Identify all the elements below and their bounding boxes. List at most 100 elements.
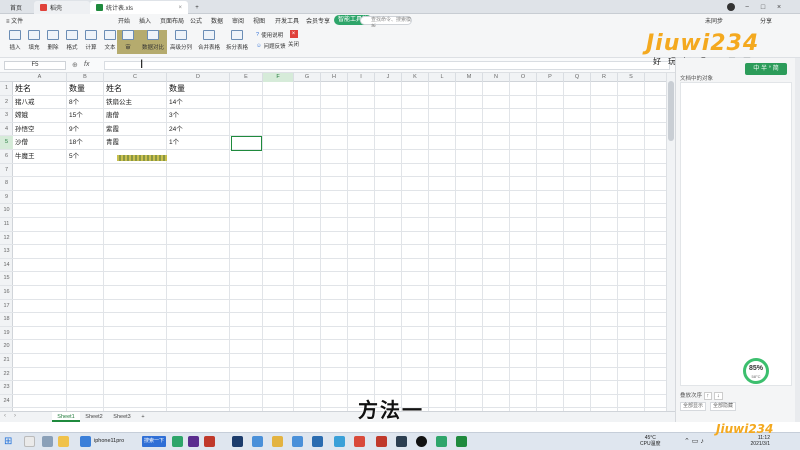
table-cell[interactable]: 14个 xyxy=(167,96,229,109)
advanced-split-button[interactable]: 高级分列 xyxy=(166,30,196,54)
row-header-6[interactable]: 6 xyxy=(0,150,13,164)
table-cell[interactable]: 8个 xyxy=(67,96,103,109)
row-header-8[interactable]: 8 xyxy=(0,177,13,191)
row-header-18[interactable]: 18 xyxy=(0,313,13,327)
row-header-4[interactable]: 4 xyxy=(0,123,13,137)
app-icon-premiere[interactable] xyxy=(188,436,199,447)
row-header-13[interactable]: 13 xyxy=(0,245,13,259)
sheet-nav-next-icon[interactable]: › xyxy=(14,413,16,419)
share-button[interactable]: 分享 xyxy=(760,16,772,25)
column-header-l[interactable]: L xyxy=(429,73,456,82)
row-header-7[interactable]: 7 xyxy=(0,164,13,178)
app-icon-browser[interactable] xyxy=(334,436,345,447)
sheet-tab-2[interactable]: Sheet2 xyxy=(80,412,108,422)
table-header-cell[interactable]: 数量 xyxy=(67,82,103,95)
column-header-f[interactable]: F xyxy=(263,73,294,82)
name-box[interactable]: F5 xyxy=(4,61,66,70)
row-header-2[interactable]: 2 xyxy=(0,96,13,110)
help-link[interactable]: ? 使用说明 xyxy=(256,31,283,39)
app-icon-media[interactable] xyxy=(416,436,427,447)
tab-active-workbook[interactable]: 统计表.xls × xyxy=(90,1,188,14)
search-icon[interactable] xyxy=(24,436,35,447)
column-header-s[interactable]: S xyxy=(618,73,645,82)
taskbar-app-label[interactable]: iphone11pro xyxy=(94,438,124,444)
row-header-3[interactable]: 3 xyxy=(0,109,13,123)
row-header-20[interactable]: 20 xyxy=(0,340,13,354)
file-menu[interactable]: ≡ 文件 xyxy=(6,16,23,25)
row-header-22[interactable]: 22 xyxy=(0,368,13,382)
file-explorer-icon[interactable] xyxy=(58,436,69,447)
app-icon-wechat[interactable] xyxy=(436,436,447,447)
clock[interactable]: 11:12 2021/3/1 xyxy=(751,435,770,447)
data-compare-button[interactable]: 数据对比 xyxy=(139,30,167,54)
row-header-14[interactable]: 14 xyxy=(0,259,13,273)
row-header-1[interactable]: 1 xyxy=(0,82,13,96)
column-header-o[interactable]: O xyxy=(510,73,537,82)
sheet-tab-3[interactable]: Sheet3 xyxy=(108,412,136,422)
start-menu-icon[interactable]: ⊞ xyxy=(4,436,15,447)
command-search-input[interactable]: 查找命令、搜索模板 xyxy=(360,16,412,30)
feedback-link[interactable]: ☺ 问题反馈 xyxy=(256,42,286,50)
review-highlight-button[interactable]: 审 xyxy=(117,30,139,54)
table-cell[interactable]: 24个 xyxy=(167,123,229,136)
app-icon-photoshop[interactable] xyxy=(232,436,243,447)
app-icon-chrome[interactable] xyxy=(272,436,283,447)
app-icon-red[interactable] xyxy=(204,436,215,447)
app-icon-pdf[interactable] xyxy=(376,436,387,447)
table-cell[interactable]: 铁扇公主 xyxy=(104,96,166,109)
table-cell[interactable]: 猪八戒 xyxy=(13,96,66,109)
performance-gauge[interactable]: 85% 58°C xyxy=(743,358,769,384)
table-header-cell[interactable]: 数量 xyxy=(167,82,229,95)
row-header-15[interactable]: 15 xyxy=(0,272,13,286)
column-header-q[interactable]: Q xyxy=(564,73,591,82)
system-tray-icons[interactable]: ⌃ ▭ ♪ xyxy=(684,437,704,445)
column-header-e[interactable]: E xyxy=(230,73,263,82)
column-header-m[interactable]: M xyxy=(456,73,483,82)
row-header-9[interactable]: 9 xyxy=(0,191,13,205)
menu-item-review[interactable]: 审阅 xyxy=(232,16,244,25)
menu-item-start[interactable]: 开始 xyxy=(118,16,130,25)
row-header-23[interactable]: 23 xyxy=(0,381,13,395)
minimize-icon[interactable]: − xyxy=(740,0,754,14)
new-tab-button[interactable]: + xyxy=(190,1,204,14)
taskbar-search-button[interactable]: 搜索一下 xyxy=(142,436,166,447)
column-header-g[interactable]: G xyxy=(294,73,321,82)
column-header-a[interactable]: A xyxy=(13,73,67,82)
cpu-temperature-widget[interactable]: 45°C CPU温度 xyxy=(640,435,661,447)
close-toolbox-button[interactable]: × 关闭 xyxy=(288,30,299,48)
row-header-12[interactable]: 12 xyxy=(0,232,13,246)
scrollbar-thumb[interactable] xyxy=(668,81,674,141)
row-header-24[interactable]: 24 xyxy=(0,395,13,409)
sheet-nav-prev-icon[interactable]: ‹ xyxy=(4,413,6,419)
sheet-tab-1[interactable]: Sheet1 xyxy=(52,412,80,422)
table-cell[interactable]: 18个 xyxy=(67,136,103,149)
task-view-icon[interactable] xyxy=(42,436,53,447)
column-header-b[interactable]: B xyxy=(67,73,104,82)
app-icon-blue[interactable] xyxy=(252,436,263,447)
menu-item-page-layout[interactable]: 页面布局 xyxy=(160,16,184,25)
app-icon-dark[interactable] xyxy=(396,436,407,447)
table-cell[interactable]: 5个 xyxy=(67,150,103,163)
table-cell[interactable]: 15个 xyxy=(67,109,103,122)
column-header-c[interactable]: C xyxy=(104,73,167,82)
table-cell[interactable]: 1个 xyxy=(167,136,229,149)
spreadsheet-grid[interactable]: ABCDEFGHIJKLMNOPQRS 1 2 3 4 5 6 7 8 9 10 11 12 13 14 1… xyxy=(0,73,666,411)
menu-item-member[interactable]: 会员专享 xyxy=(306,16,330,25)
row-header-21[interactable]: 21 xyxy=(0,354,13,368)
column-header-i[interactable]: I xyxy=(348,73,375,82)
column-header-d[interactable]: D xyxy=(167,73,230,82)
phone-app-icon[interactable] xyxy=(80,436,91,447)
row-header-19[interactable]: 19 xyxy=(0,327,13,341)
selected-cell[interactable] xyxy=(231,136,262,151)
panel-scrollbar[interactable] xyxy=(795,58,800,422)
table-cell[interactable]: 9个 xyxy=(67,123,103,136)
row-header-16[interactable]: 16 xyxy=(0,286,13,300)
row-header-5[interactable]: 5 xyxy=(0,136,13,150)
row-header-10[interactable]: 10 xyxy=(0,204,13,218)
app-icon-chrome-2[interactable] xyxy=(354,436,365,447)
formula-input[interactable] xyxy=(104,61,670,70)
app-icon-edge[interactable] xyxy=(292,436,303,447)
add-sheet-button[interactable]: + xyxy=(136,412,150,422)
table-cell[interactable]: 牛魔王 xyxy=(13,150,66,163)
column-header-p[interactable]: P xyxy=(537,73,564,82)
